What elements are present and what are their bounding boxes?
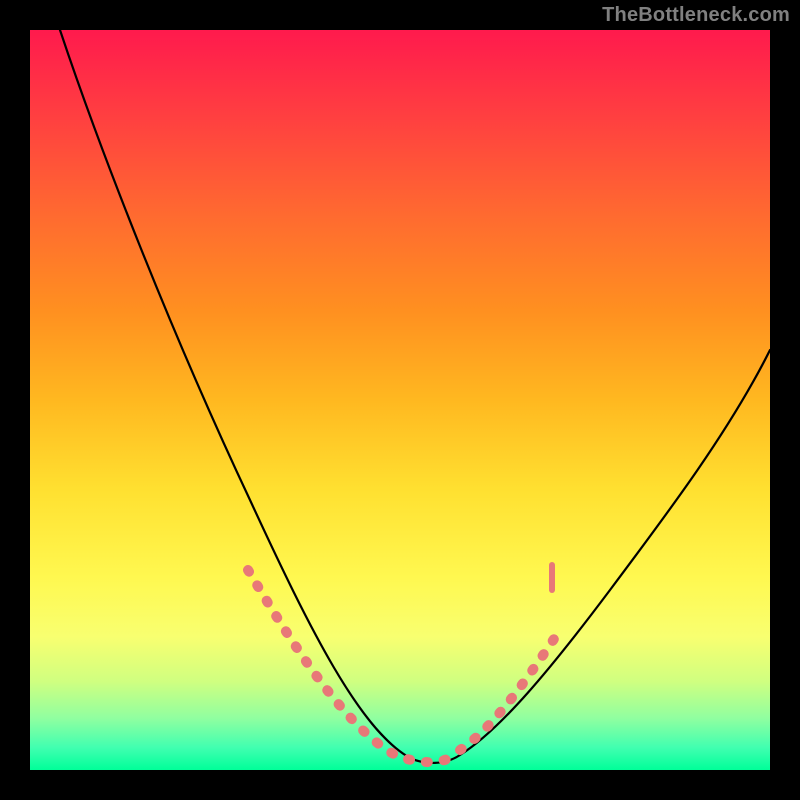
chart-frame: TheBottleneck.com [0, 0, 800, 800]
bottleneck-curve [30, 30, 770, 770]
curve-path [60, 30, 770, 763]
plot-area [30, 30, 770, 770]
highlight-left [248, 570, 450, 762]
watermark-label: TheBottleneck.com [602, 4, 790, 27]
highlight-right [460, 630, 560, 750]
